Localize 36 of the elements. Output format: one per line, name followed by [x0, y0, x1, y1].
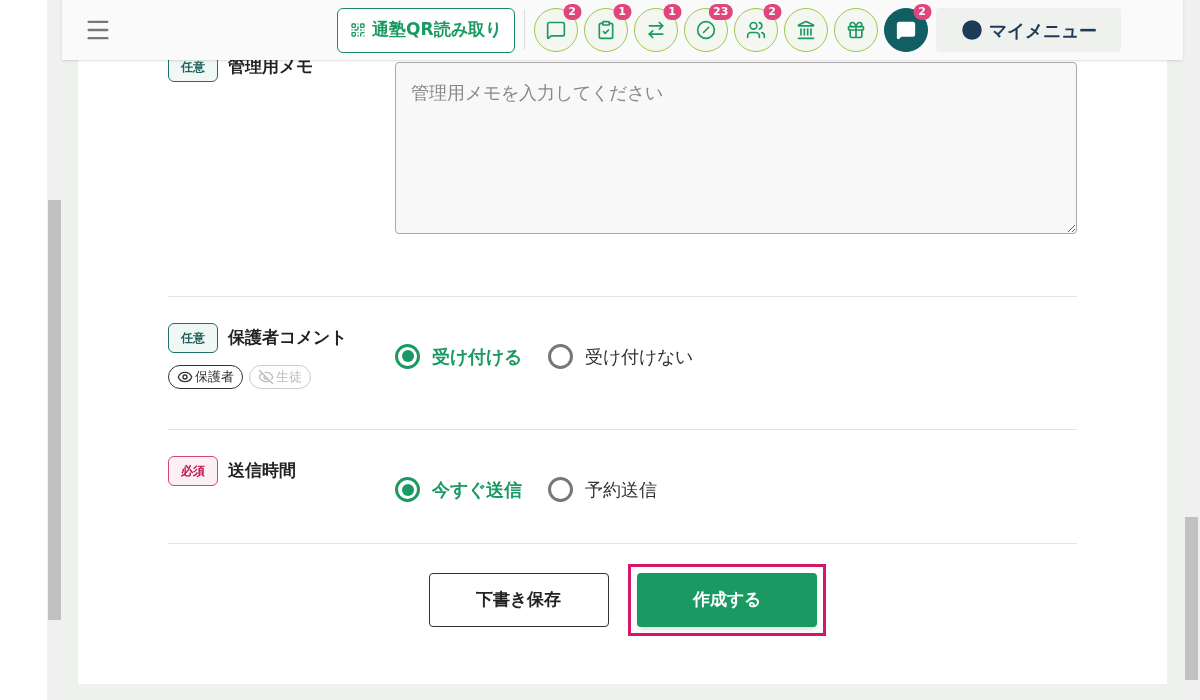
count-badge: 1: [663, 4, 682, 20]
bank-icon: [795, 20, 816, 40]
optional-tag: 任意: [168, 323, 218, 353]
memo-field[interactable]: 管理用メモを入力してください: [395, 62, 1077, 234]
field-label: 送信時間: [228, 459, 296, 483]
radio-option[interactable]: 予約送信: [548, 476, 657, 503]
count-badge: 2: [763, 4, 782, 20]
scrollbar[interactable]: [47, 0, 62, 700]
users-icon: [745, 20, 766, 40]
eye-icon: [177, 369, 193, 385]
qr-code-icon: [350, 22, 366, 38]
count-badge: 1: [613, 4, 632, 20]
count-badge: 2: [563, 4, 582, 20]
gift-icon-button[interactable]: [833, 8, 878, 52]
draft-button[interactable]: 下書き保存: [428, 573, 609, 627]
radio-option[interactable]: 受け付けない: [548, 342, 693, 370]
radio-button[interactable]: [395, 477, 420, 502]
count-badge: 23: [709, 4, 733, 20]
qr-button[interactable]: 通塾QR読み取り: [337, 7, 515, 53]
radio-option[interactable]: 受け付ける: [395, 342, 522, 370]
chat-icon: [545, 20, 566, 40]
radio-button[interactable]: [395, 343, 420, 369]
scrollbar[interactable]: [1183, 0, 1200, 700]
create-button[interactable]: 作成する: [636, 573, 817, 627]
slashed-icon: [695, 20, 716, 40]
gift-icon: [845, 20, 866, 40]
radio-option[interactable]: 今すぐ送信: [395, 476, 522, 503]
required-tag: 必須: [168, 456, 218, 486]
bank-icon-button[interactable]: [783, 8, 828, 52]
my-menu-button[interactable]: マイメニュー: [935, 8, 1121, 52]
field-label: 保護者コメント: [228, 326, 347, 350]
radio-button[interactable]: [548, 343, 573, 369]
count-badge: 2: [913, 4, 932, 20]
eye-off-icon: [258, 369, 274, 385]
chat-icon: [895, 20, 916, 40]
radio-button[interactable]: [548, 477, 573, 502]
